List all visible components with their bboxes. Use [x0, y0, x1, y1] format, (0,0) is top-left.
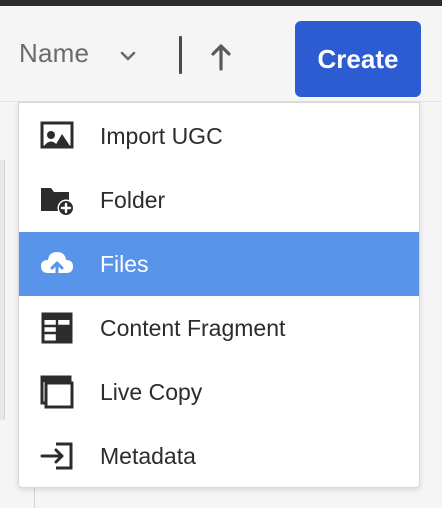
menu-item-label: Metadata — [100, 443, 196, 469]
menu-item-files[interactable]: Files — [19, 232, 419, 296]
live-copy-icon — [39, 374, 75, 410]
folder-add-icon — [39, 182, 75, 218]
menu-item-import-ugc[interactable]: Import UGC — [19, 104, 419, 168]
background-card-edge — [0, 160, 5, 420]
sort-field-label[interactable]: Name — [19, 38, 89, 69]
background-divider — [34, 486, 35, 508]
menu-item-label: Content Fragment — [100, 315, 286, 341]
chevron-down-icon[interactable] — [118, 46, 138, 66]
image-user-icon — [39, 118, 75, 154]
create-button[interactable]: Create — [295, 21, 421, 97]
menu-item-metadata[interactable]: Metadata — [19, 424, 419, 487]
toolbar: Name Create — [0, 6, 442, 102]
create-menu: Import UGC Folder Files Content Fragment… — [18, 102, 420, 488]
menu-item-label: Live Copy — [100, 379, 203, 405]
menu-item-label: Import UGC — [100, 123, 223, 149]
toolbar-divider — [179, 36, 182, 74]
menu-item-live-copy[interactable]: Live Copy — [19, 360, 419, 424]
menu-item-folder[interactable]: Folder — [19, 168, 419, 232]
cloud-upload-icon — [39, 246, 75, 282]
menu-item-label: Folder — [100, 187, 166, 213]
menu-item-label: Files — [100, 251, 149, 277]
content-fragment-icon — [39, 310, 75, 346]
arrow-up-icon — [211, 44, 231, 71]
sort-direction-button[interactable] — [207, 40, 235, 74]
menu-item-content-fragment[interactable]: Content Fragment — [19, 296, 419, 360]
import-icon — [39, 438, 75, 474]
